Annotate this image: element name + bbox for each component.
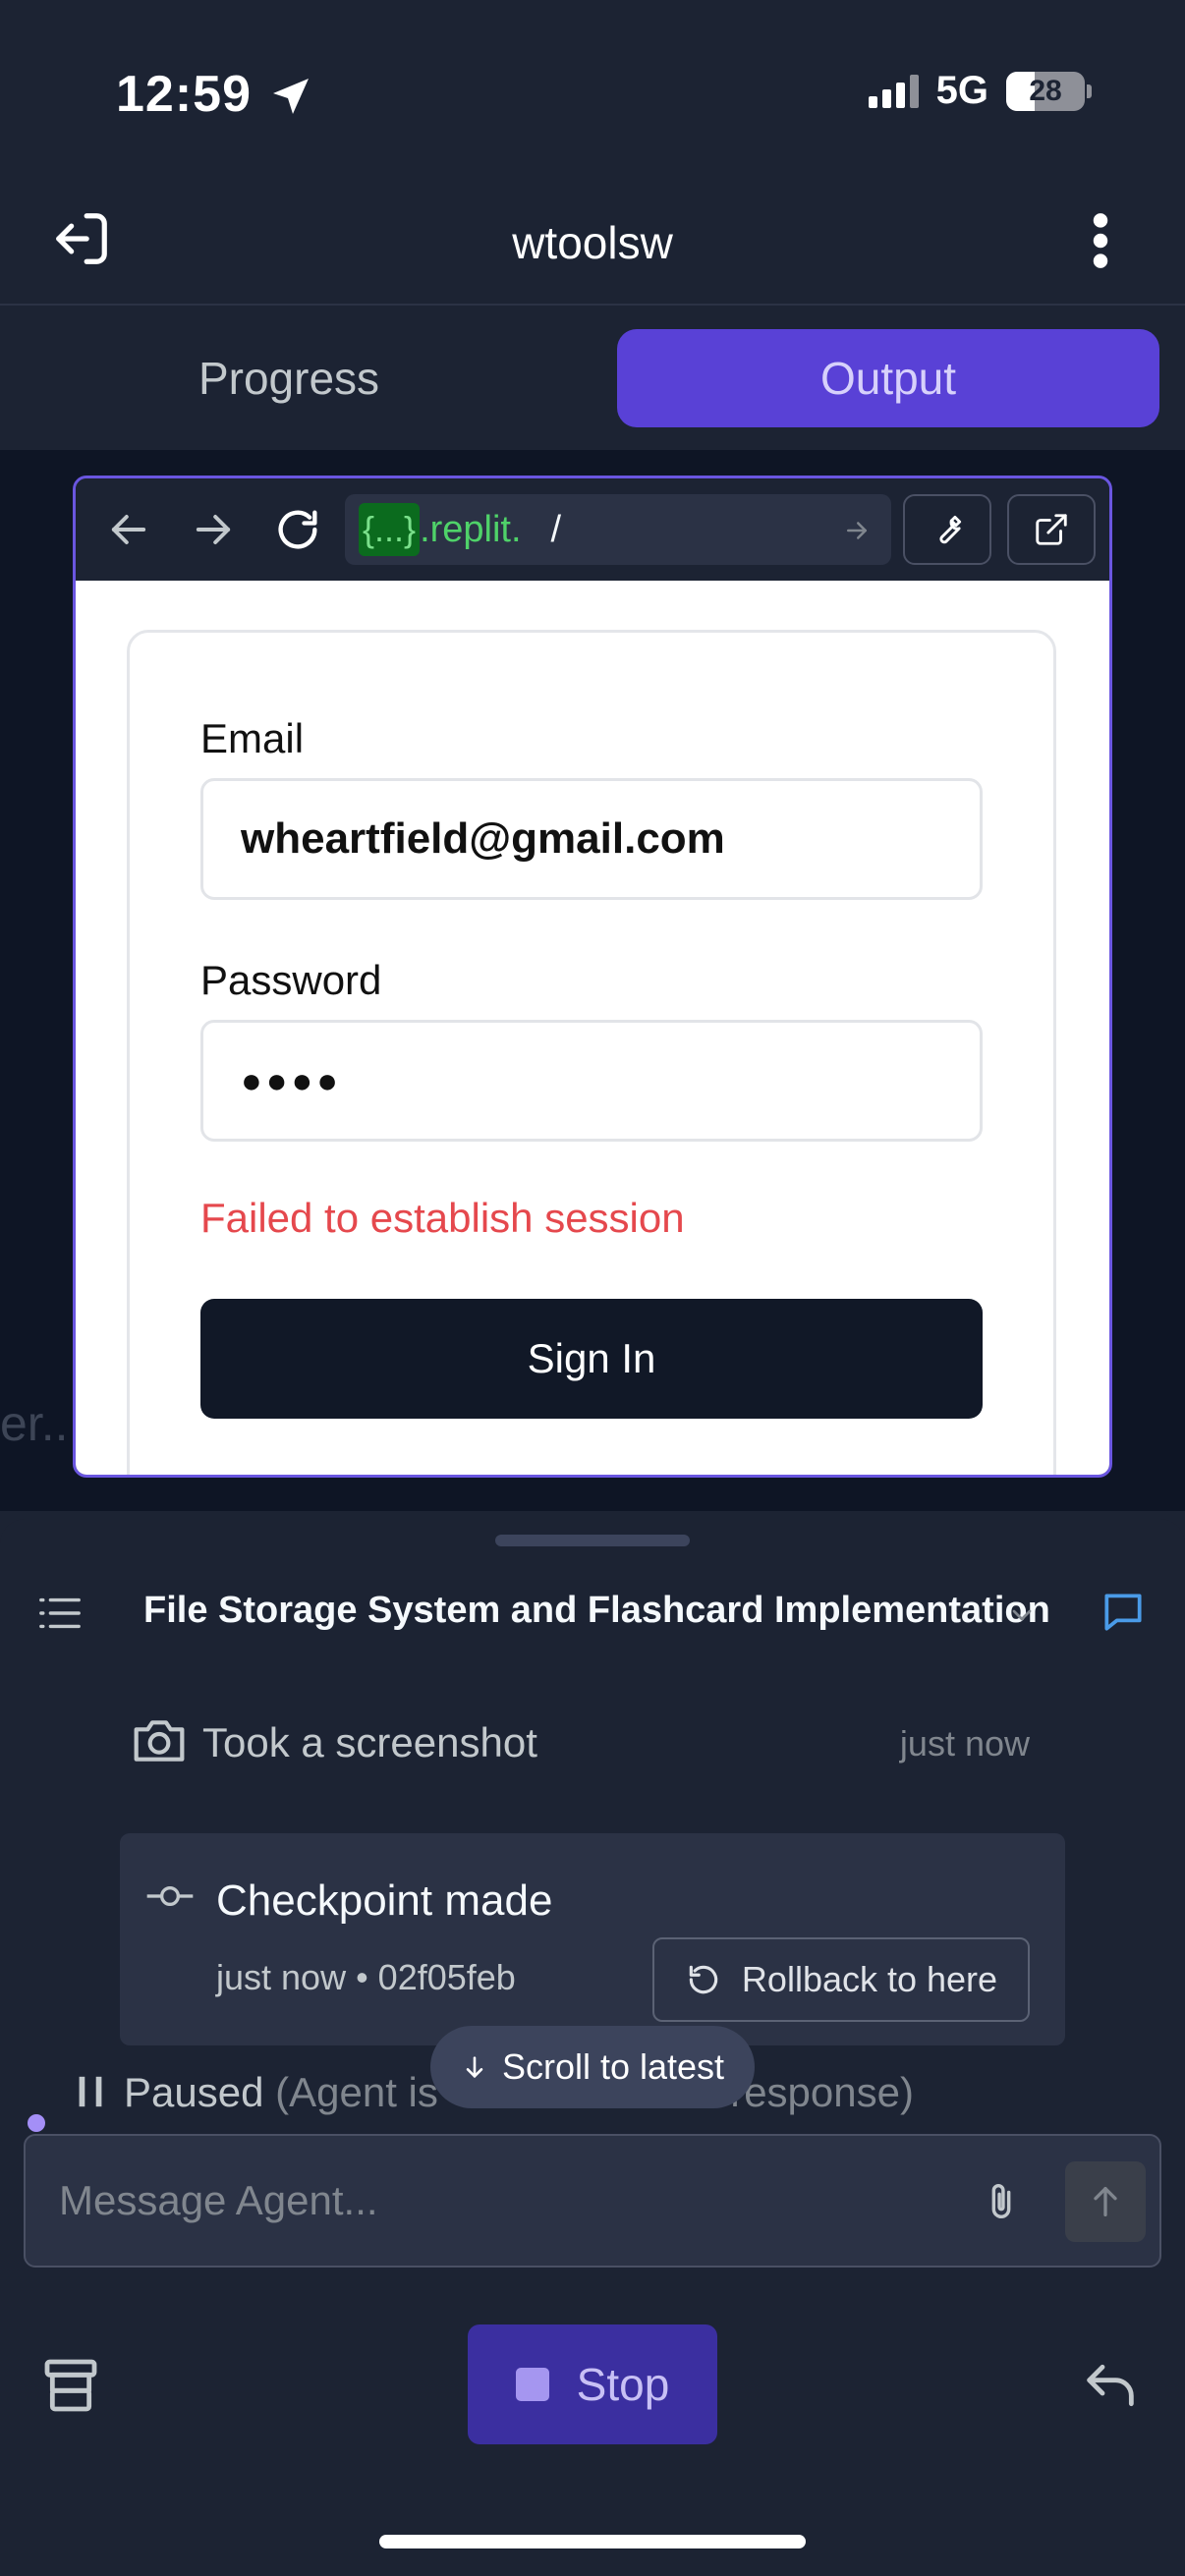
refresh-icon[interactable] — [272, 504, 323, 555]
reply-arrow-icon[interactable] — [1079, 2354, 1142, 2417]
message-input[interactable]: Message Agent... — [24, 2134, 1161, 2268]
battery-level: 28 — [1029, 74, 1062, 107]
signin-card: Email wheartfield@gmail.com Password ●●●… — [127, 630, 1056, 1475]
back-arrow-icon[interactable] — [103, 504, 154, 555]
forward-arrow-icon[interactable] — [188, 504, 239, 555]
status-time: 12:59 — [116, 66, 252, 123]
url-brace: {...} — [359, 503, 421, 556]
layers-icon[interactable] — [39, 2354, 102, 2417]
stop-button[interactable]: Stop — [468, 2324, 717, 2444]
send-button[interactable] — [1065, 2161, 1146, 2242]
browser-toolbar: {...} .replit. / — [76, 478, 1109, 581]
status-indicators: 5G 28 — [868, 69, 1092, 113]
sheet-grab-handle[interactable] — [495, 1535, 690, 1546]
home-indicator[interactable] — [379, 2535, 806, 2548]
password-label: Password — [200, 957, 382, 1003]
stop-icon — [515, 2368, 549, 2401]
tab-output[interactable]: Output — [617, 329, 1159, 427]
browser-page: Email wheartfield@gmail.com Password ●●●… — [76, 581, 1109, 1475]
location-arrow-icon — [273, 79, 309, 114]
thread-title[interactable]: File Storage System and Flashcard Implem… — [143, 1590, 1050, 1632]
rollback-label: Rollback to here — [741, 1959, 998, 1999]
preview-browser: {...} .replit. / Email wheartfield@gmail… — [73, 476, 1112, 1478]
arrow-up-icon — [1094, 2187, 1117, 2216]
devtools-button[interactable] — [903, 494, 991, 565]
undo-circle-icon — [689, 1965, 718, 1994]
list-icon[interactable] — [37, 1594, 83, 1633]
external-link-icon — [1036, 514, 1067, 545]
scroll-to-latest-button[interactable]: Scroll to latest — [430, 2026, 755, 2108]
pause-icon — [79, 2076, 102, 2107]
url-path: / — [550, 508, 562, 550]
screenshot-action: Took a screenshot — [202, 1719, 537, 1765]
error-message: Failed to establish session — [200, 1195, 685, 1241]
rollback-button[interactable]: Rollback to here — [652, 1937, 1030, 2022]
arrow-down-icon — [466, 2056, 483, 2078]
obscured-text: er.. — [0, 1396, 69, 1451]
message-placeholder: Message Agent... — [59, 2177, 378, 2223]
checkpoint-meta: just now • 02f05feb — [216, 1957, 516, 1997]
url-bar[interactable]: {...} .replit. / — [345, 494, 891, 565]
checkpoint-card: Checkpoint made just now • 02f05feb Roll… — [120, 1833, 1065, 2045]
email-field[interactable]: wheartfield@gmail.com — [200, 778, 983, 900]
password-field[interactable]: ●●●● — [200, 1020, 983, 1142]
network-type: 5G — [935, 69, 988, 112]
sign-in-button[interactable]: Sign In — [200, 1299, 983, 1419]
battery-icon: 28 — [1006, 71, 1092, 111]
header-divider — [0, 304, 1185, 306]
wrench-icon — [939, 515, 962, 544]
more-options-icon[interactable] — [1077, 210, 1124, 271]
agent-indicator-dot — [28, 2114, 45, 2132]
email-label: Email — [200, 715, 305, 761]
chat-icon[interactable] — [1099, 1588, 1148, 1637]
scroll-label: Scroll to latest — [501, 2046, 725, 2087]
page-title: wtoolsw — [512, 217, 673, 268]
chevron-down-icon[interactable] — [1006, 1599, 1038, 1631]
screenshot-time: just now — [899, 1723, 1030, 1764]
tab-progress[interactable]: Progress — [18, 329, 560, 427]
checkpoint-title: Checkpoint made — [216, 1876, 553, 1925]
url-host: .replit. — [420, 508, 522, 550]
paperclip-icon[interactable] — [979, 2177, 1024, 2226]
paused-label: Paused — [124, 2069, 264, 2115]
open-new-tab-button[interactable] — [1007, 494, 1096, 565]
go-arrow-icon[interactable] — [842, 516, 872, 545]
paused-detail: (Agent is — [275, 2069, 438, 2115]
stop-label: Stop — [576, 2359, 670, 2410]
cellular-signal-icon — [868, 74, 919, 108]
camera-icon — [134, 1720, 185, 1762]
commit-icon — [146, 1886, 194, 1906]
